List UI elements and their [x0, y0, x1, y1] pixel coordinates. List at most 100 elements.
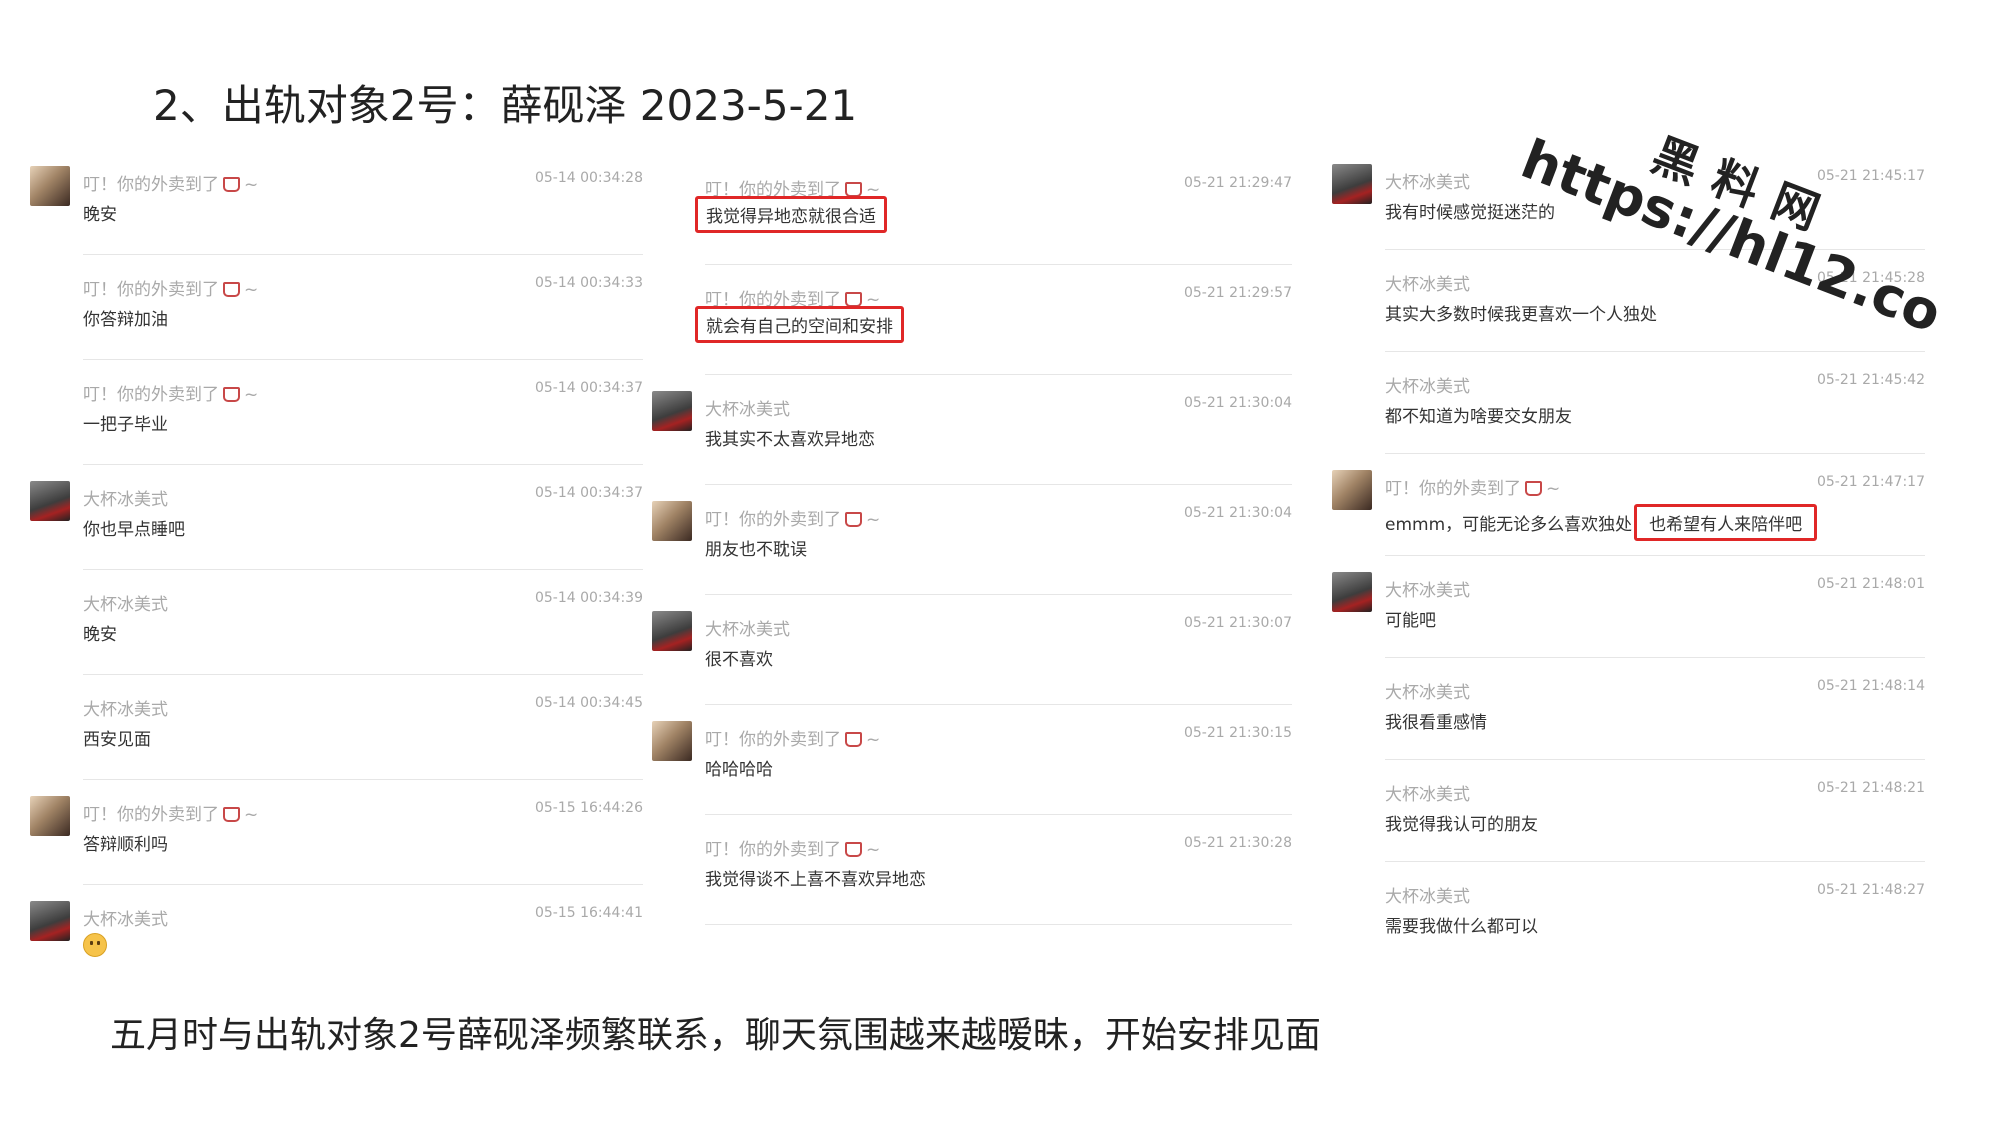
- highlighted-message-text: 我觉得异地恋就很合适: [695, 196, 887, 233]
- takeout-icon: [1525, 481, 1542, 496]
- sender-name: 叮！你的外卖到了 ~: [83, 385, 259, 405]
- message-text: 晚安: [83, 205, 117, 225]
- timestamp: 05-21 21:29:47: [1183, 175, 1292, 191]
- list-item: 大杯冰美式 05-21 21:45:17 我有时候感觉挺迷茫的: [1330, 148, 1925, 250]
- takeout-icon: [845, 182, 862, 197]
- timestamp: 05-15 16:44:26: [534, 800, 643, 816]
- list-item: 叮！你的外卖到了 ~ 05-21 21:30:04 朋友也不耽误: [650, 485, 1292, 595]
- takeout-icon: [223, 282, 240, 297]
- list-item: 大杯冰美式 05-21 21:45:42 都不知道为啥要交女朋友: [1330, 352, 1925, 454]
- timestamp: 05-14 00:34:33: [534, 275, 643, 291]
- sender-name: 大杯冰美式: [705, 620, 790, 640]
- message-text: 都不知道为啥要交女朋友: [1385, 407, 1572, 427]
- list-item: 叮！你的外卖到了 ~ 05-14 00:34:28 晚安: [28, 150, 643, 255]
- timestamp: 05-21 21:30:07: [1183, 615, 1292, 631]
- takeout-icon: [845, 292, 862, 307]
- takeout-icon: [223, 177, 240, 192]
- page-title: 2、出轨对象2号：薛砚泽 2023-5-21: [153, 81, 858, 130]
- sender-name: 大杯冰美式: [83, 910, 168, 930]
- message-text: 哈哈哈哈: [705, 760, 773, 780]
- message-text: 西安见面: [83, 730, 151, 750]
- avatar[interactable]: [652, 501, 692, 541]
- sender-name: 叮！你的外卖到了 ~: [705, 510, 881, 530]
- timestamp: 05-21 21:45:42: [1816, 372, 1925, 388]
- takeout-icon: [845, 512, 862, 527]
- message-text: 你答辩加油: [83, 310, 168, 330]
- message-text-part: emmm，可能无论多么喜欢独处: [1385, 515, 1633, 535]
- timestamp: 05-14 00:34:39: [534, 590, 643, 606]
- message-text: 晚安: [83, 625, 117, 645]
- caption: 五月时与出轨对象2号薛砚泽频繁联系，聊天氛围越来越暧昧，开始安排见面: [110, 1015, 1321, 1056]
- list-item: 叮！你的外卖到了 ~ 05-14 00:34:33 你答辩加油: [28, 255, 643, 360]
- list-item: 叮！你的外卖到了 ~ 05-21 21:29:57 就会有自己的空间和安排: [650, 265, 1292, 375]
- timestamp: 05-14 00:34:45: [534, 695, 643, 711]
- list-item: 大杯冰美式 05-21 21:30:04 我其实不太喜欢异地恋: [650, 375, 1292, 485]
- avatar[interactable]: [1332, 164, 1372, 204]
- list-item: 大杯冰美式 05-14 00:34:39 晚安: [28, 570, 643, 675]
- message-text: 我有时候感觉挺迷茫的: [1385, 203, 1555, 223]
- timestamp: 05-14 00:34:37: [534, 380, 643, 396]
- list-item: 大杯冰美式 05-21 21:48:14 我很看重感情: [1330, 658, 1925, 760]
- highlighted-message-text: 也希望有人来陪伴吧: [1634, 504, 1818, 541]
- takeout-icon: [223, 807, 240, 822]
- message-text: 很不喜欢: [705, 650, 773, 670]
- message-text: 我其实不太喜欢异地恋: [705, 430, 875, 450]
- list-item: 叮！你的外卖到了 ~ 05-14 00:34:37 一把子毕业: [28, 360, 643, 465]
- takeout-icon: [223, 387, 240, 402]
- message-text: 需要我做什么都可以: [1385, 917, 1538, 937]
- list-item: 叮！你的外卖到了 ~ 05-21 21:30:15 哈哈哈哈: [650, 705, 1292, 815]
- chat-column-3: 大杯冰美式 05-21 21:45:17 我有时候感觉挺迷茫的 大杯冰美式 05…: [1330, 148, 1925, 964]
- avatar[interactable]: [1332, 470, 1372, 510]
- message-text: 朋友也不耽误: [705, 540, 807, 560]
- sender-name: 大杯冰美式: [1385, 173, 1470, 193]
- message-text: emmm，可能无论多么喜欢独处 也希望有人来陪伴吧: [1385, 504, 1818, 541]
- message-text: 我很看重感情: [1385, 713, 1487, 733]
- sender-name: 大杯冰美式: [1385, 683, 1470, 703]
- avatar[interactable]: [1332, 572, 1372, 612]
- timestamp: 05-15 16:44:41: [534, 905, 643, 921]
- sender-name: 大杯冰美式: [1385, 275, 1470, 295]
- timestamp: 05-21 21:48:01: [1816, 576, 1925, 592]
- avatar[interactable]: [30, 481, 70, 521]
- sender-name: 叮！你的外卖到了 ~: [83, 805, 259, 825]
- sender-name: 叮！你的外卖到了 ~: [83, 175, 259, 195]
- message-text: 你也早点睡吧: [83, 520, 185, 540]
- sender-name: 大杯冰美式: [83, 490, 168, 510]
- list-item: 大杯冰美式 05-14 00:34:37 你也早点睡吧: [28, 465, 643, 570]
- timestamp: 05-21 21:30:28: [1183, 835, 1292, 851]
- avatar[interactable]: [652, 721, 692, 761]
- sender-name: 叮！你的外卖到了 ~: [83, 280, 259, 300]
- list-item: 大杯冰美式 05-21 21:48:21 我觉得我认可的朋友: [1330, 760, 1925, 862]
- sender-name: 叮！你的外卖到了 ~: [1385, 479, 1561, 499]
- message-text: 答辩顺利吗: [83, 835, 168, 855]
- timestamp: 05-21 21:48:27: [1816, 882, 1925, 898]
- sender-name: 大杯冰美式: [1385, 377, 1470, 397]
- list-item: 叮！你的外卖到了 ~ 05-21 21:47:17 emmm，可能无论多么喜欢独处…: [1330, 454, 1925, 556]
- timestamp: 05-21 21:30:04: [1183, 505, 1292, 521]
- timestamp: 05-21 21:30:04: [1183, 395, 1292, 411]
- avatar[interactable]: [30, 166, 70, 206]
- sender-name: 大杯冰美式: [1385, 887, 1470, 907]
- avatar[interactable]: [30, 901, 70, 941]
- sender-name: 大杯冰美式: [1385, 581, 1470, 601]
- list-item: 叮！你的外卖到了 ~ 05-15 16:44:26 答辩顺利吗: [28, 780, 643, 885]
- sender-name: 大杯冰美式: [705, 400, 790, 420]
- avatar[interactable]: [30, 796, 70, 836]
- timestamp: 05-21 21:47:17: [1816, 474, 1925, 490]
- timestamp: 05-21 21:45:17: [1816, 168, 1925, 184]
- list-item: 叮！你的外卖到了 ~ 05-21 21:30:28 我觉得谈不上喜不喜欢异地恋: [650, 815, 1292, 925]
- avatar[interactable]: [652, 391, 692, 431]
- avatar[interactable]: [652, 611, 692, 651]
- smile-emoji-icon: [83, 933, 107, 957]
- chat-column-2: 叮！你的外卖到了 ~ 05-21 21:29:47 我觉得异地恋就很合适 叮！你的…: [650, 155, 1292, 925]
- timestamp: 05-21 21:45:28: [1816, 270, 1925, 286]
- highlighted-message-text: 就会有自己的空间和安排: [695, 306, 904, 343]
- sender-name: 大杯冰美式: [1385, 785, 1470, 805]
- takeout-icon: [845, 842, 862, 857]
- list-item: 叮！你的外卖到了 ~ 05-21 21:29:47 我觉得异地恋就很合适: [650, 155, 1292, 265]
- divider: [705, 924, 1292, 925]
- timestamp: 05-14 00:34:28: [534, 170, 643, 186]
- message-text: 我觉得谈不上喜不喜欢异地恋: [705, 870, 926, 890]
- sender-name: 叮！你的外卖到了 ~: [705, 840, 881, 860]
- message-text: 其实大多数时候我更喜欢一个人独处: [1385, 305, 1657, 325]
